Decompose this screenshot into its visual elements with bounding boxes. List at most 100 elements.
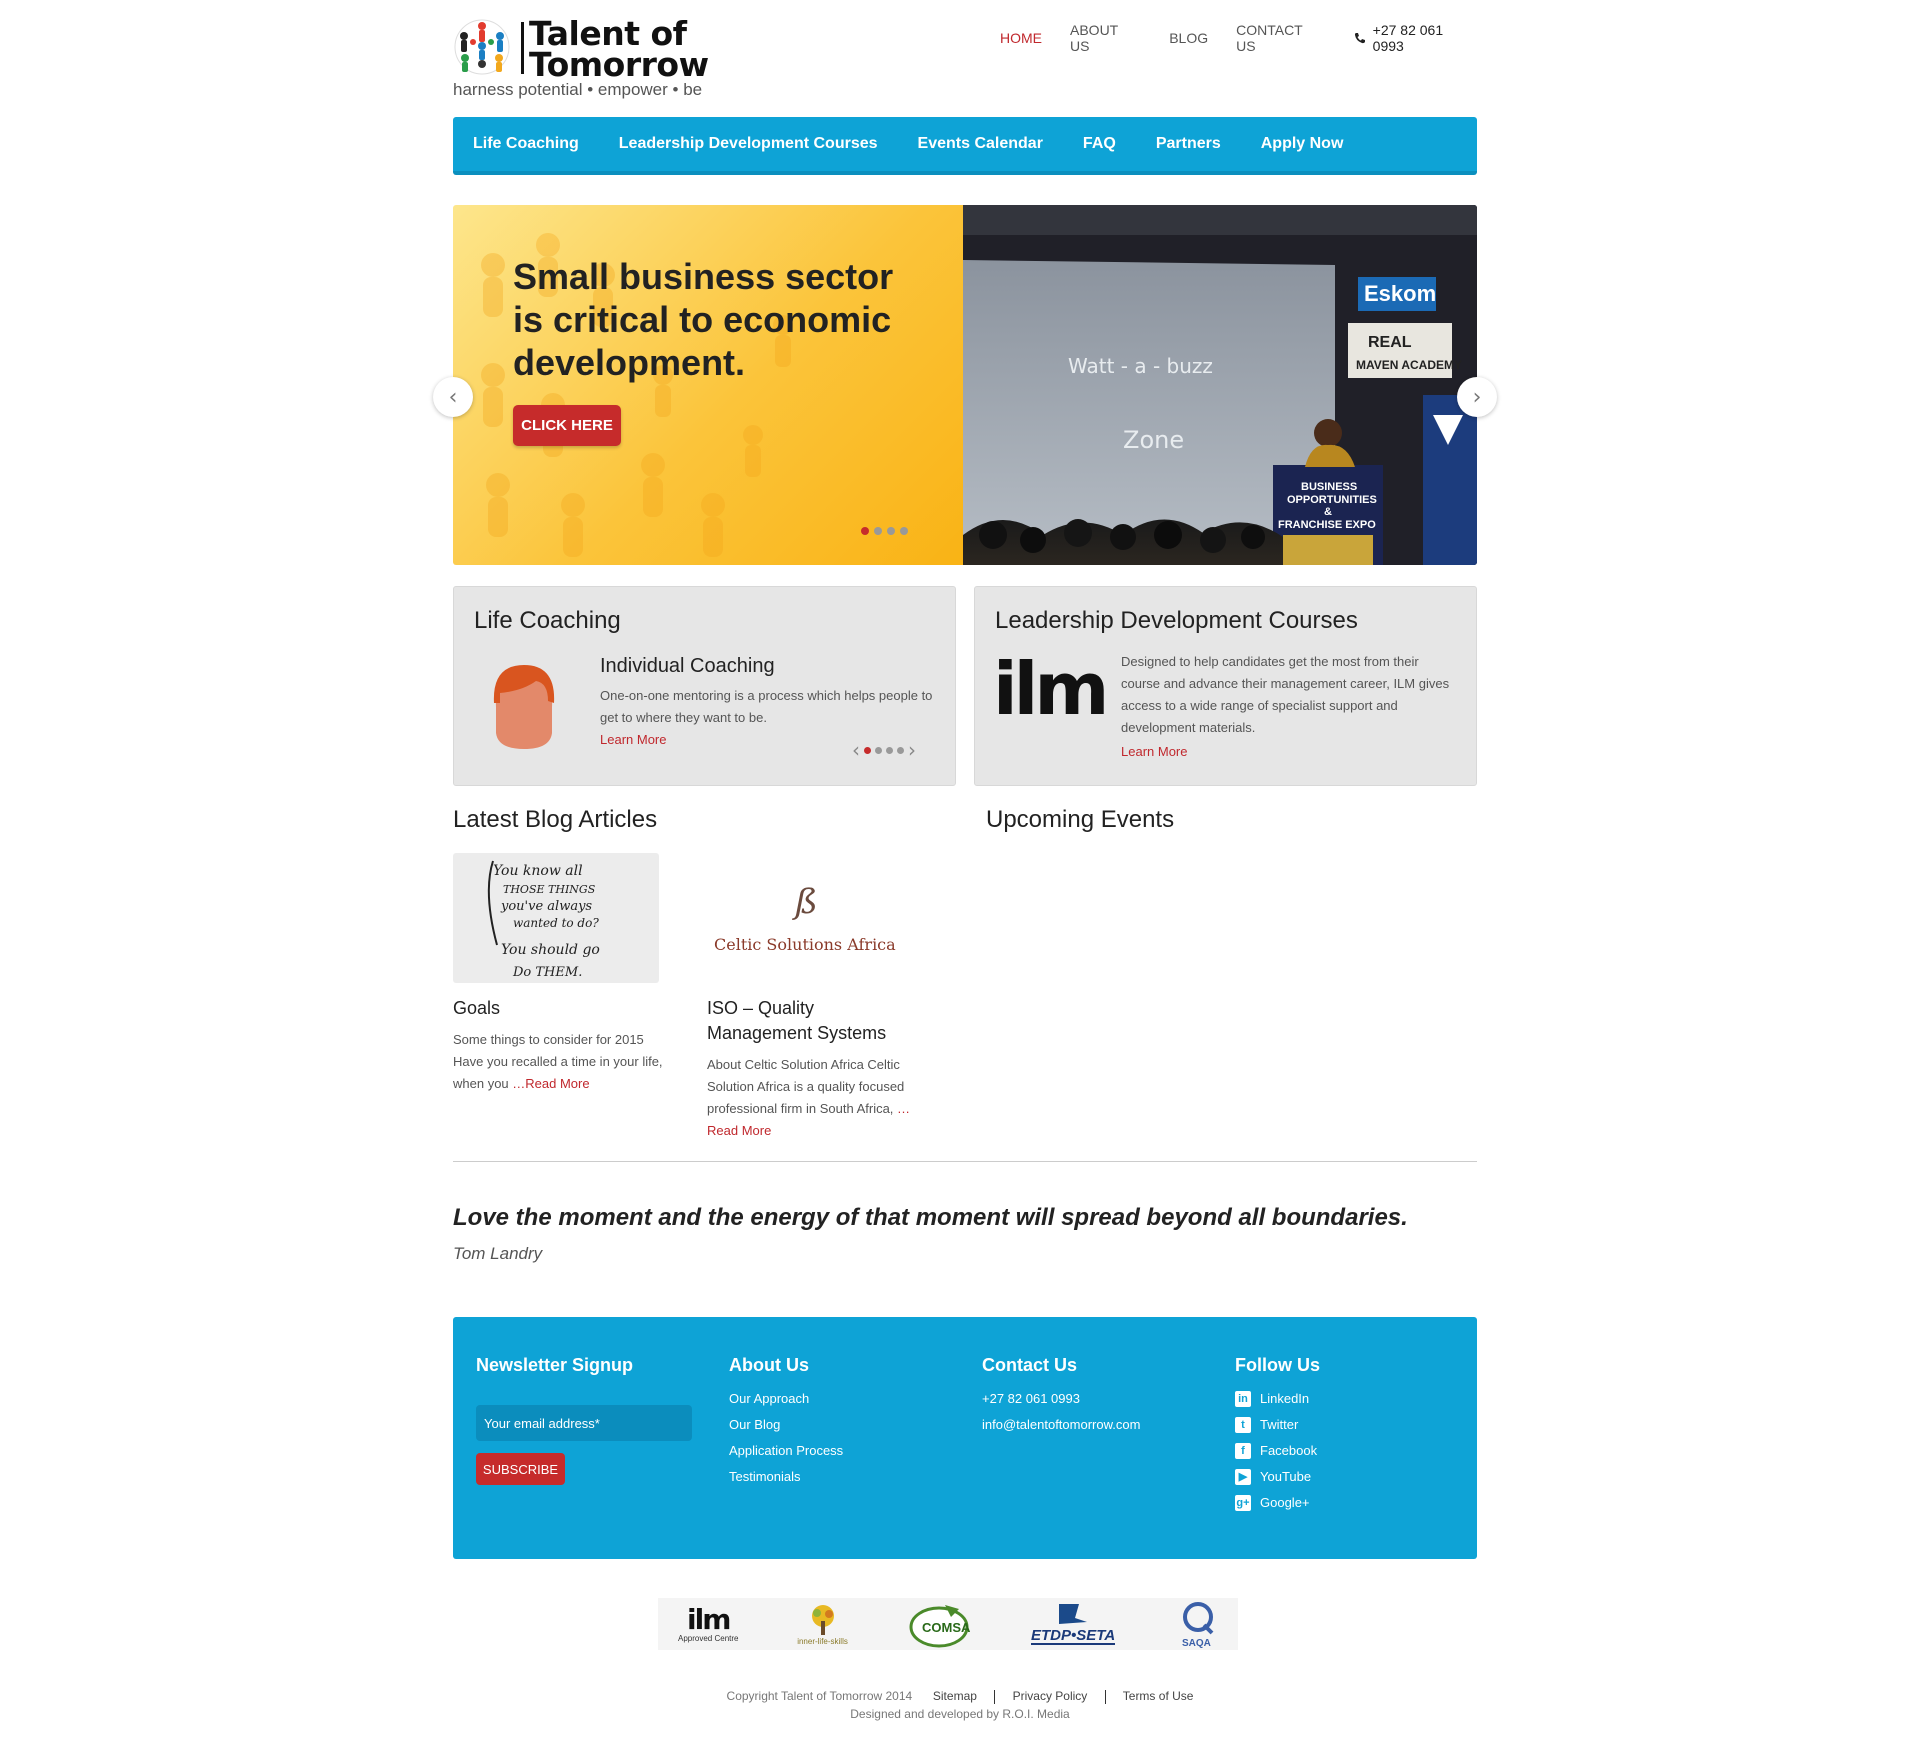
content-divider	[453, 1161, 1477, 1162]
topnav-contact-us[interactable]: CONTACT US	[1236, 22, 1326, 54]
ilm-logo: ilm	[993, 647, 1109, 731]
podium-text-1: BUSINESS	[1301, 481, 1357, 493]
topnav-blog[interactable]: BLOG	[1169, 30, 1208, 46]
podium-text-4: FRANCHISE EXPO	[1278, 519, 1376, 531]
logo-divider	[521, 22, 524, 74]
header-phone[interactable]: +27 82 061 0993	[1354, 22, 1478, 54]
thumb-line-3: you've always	[500, 899, 592, 914]
topnav-home[interactable]: HOME	[1000, 30, 1042, 46]
screen-text-2: Zone	[1123, 426, 1184, 454]
about-title: About Us	[729, 1355, 809, 1375]
life-coaching-panel: Life Coaching Individual Coaching One-on…	[453, 586, 956, 786]
expo-speaker-photo: Watt - a - buzz Zone Eskom REAL MAVEN AC…	[963, 205, 1477, 565]
leadership-learn-more[interactable]: Learn More	[1121, 744, 1187, 759]
screen-text-1: Watt - a - buzz	[1068, 354, 1213, 378]
leadership-description: Designed to help candidates get the most…	[1121, 654, 1450, 735]
blog-title-goals[interactable]: Goals	[453, 996, 663, 1021]
nav-faq[interactable]: FAQ	[1083, 135, 1116, 153]
newsletter-title: Newsletter Signup	[476, 1355, 634, 1375]
footer-link-testimonials[interactable]: Testimonials	[729, 1464, 843, 1490]
footer-link-terms-of-use[interactable]: Terms of Use	[1123, 1689, 1194, 1703]
topnav-about-us[interactable]: ABOUT US	[1070, 22, 1141, 54]
partner-inner-life-skills-logo[interactable]: inner-life-skills	[797, 1603, 848, 1646]
partner-ilm-logo[interactable]: ilm Approved Centre	[678, 1605, 738, 1643]
footer-phone[interactable]: +27 82 061 0993	[982, 1386, 1140, 1412]
upcoming-events-heading: Upcoming Events	[986, 806, 1175, 833]
footer-link-application-process[interactable]: Application Process	[729, 1438, 843, 1464]
blog-title-iso[interactable]: ISO – Quality Management Systems	[707, 996, 917, 1046]
person-avatar-icon	[493, 665, 555, 749]
goals-read-more[interactable]: …Read More	[512, 1076, 589, 1091]
nav-life-coaching[interactable]: Life Coaching	[473, 135, 579, 153]
follow-column: Follow Us in LinkedIn t Twitter f Facebook …	[1235, 1355, 1320, 1516]
slide-dot-1[interactable]	[861, 527, 869, 535]
slider-prev-arrow[interactable]: ‹	[433, 377, 473, 417]
svg-text:SAQA: SAQA	[1182, 1638, 1211, 1649]
social-google-plus[interactable]: g+ Google+	[1235, 1490, 1320, 1516]
coaching-dot-4[interactable]	[897, 746, 904, 754]
site-footer: Newsletter Signup SUBSCRIBE About Us Our…	[453, 1317, 1477, 1559]
click-here-button[interactable]: CLICK HERE	[513, 405, 621, 446]
coaching-dot-3[interactable]	[886, 746, 893, 754]
about-column: About Us Our Approach Our Blog Applicati…	[729, 1355, 843, 1490]
coaching-dot-2[interactable]	[875, 746, 882, 754]
slider-next-arrow[interactable]: ›	[1457, 377, 1497, 417]
credits-text: Designed and developed by R.O.I. Media	[850, 1707, 1070, 1721]
logo-tagline: harness potential • empower • be	[453, 80, 703, 99]
partner-etdp-seta-logo[interactable]: ETDP•SETA	[1029, 1600, 1119, 1648]
podium-text-3: &	[1324, 506, 1332, 518]
facebook-icon: f	[1235, 1443, 1251, 1459]
hero-slider: Small business sector is critical to eco…	[453, 205, 1477, 565]
footer-link-sitemap[interactable]: Sitemap	[933, 1689, 977, 1703]
partner-comsa-logo[interactable]: COMSA	[907, 1599, 971, 1649]
newsletter-email-input[interactable]	[476, 1405, 692, 1441]
youtube-icon: ▶	[1235, 1469, 1251, 1485]
carousel-prev-icon[interactable]: ‹	[852, 740, 860, 760]
contact-column: Contact Us +27 82 061 0993 info@talentof…	[982, 1355, 1140, 1438]
partner-logos: ilm Approved Centre inner-life-skills CO…	[658, 1598, 1238, 1650]
linkedin-icon: in	[1235, 1391, 1251, 1407]
newsletter-column: Newsletter Signup SUBSCRIBE	[476, 1355, 706, 1505]
site-logo[interactable]: Talent of Tomorrow harness potential • e…	[453, 17, 723, 103]
slide-dot-4[interactable]	[900, 527, 908, 535]
individual-coaching-title: Individual Coaching	[600, 655, 775, 677]
slide-headline: Small business sector is critical to eco…	[513, 256, 894, 383]
latest-blog-heading: Latest Blog Articles	[453, 806, 658, 833]
footer-link-our-blog[interactable]: Our Blog	[729, 1412, 843, 1438]
slide-dot-2[interactable]	[874, 527, 882, 535]
social-linkedin[interactable]: in LinkedIn	[1235, 1386, 1320, 1412]
real-sign-text: REAL	[1368, 334, 1412, 351]
social-youtube[interactable]: ▶ YouTube	[1235, 1464, 1320, 1490]
nav-partners[interactable]: Partners	[1156, 135, 1221, 153]
slide-dot-3[interactable]	[887, 527, 895, 535]
social-twitter[interactable]: t Twitter	[1235, 1412, 1320, 1438]
social-facebook[interactable]: f Facebook	[1235, 1438, 1320, 1464]
thumb-line-4: wanted to do?	[513, 916, 599, 930]
celtic-solutions-thumbnail[interactable]: ß Celtic Solutions Africa	[707, 853, 913, 983]
nav-events-calendar[interactable]: Events Calendar	[918, 135, 1043, 153]
life-coaching-learn-more[interactable]: Learn More	[600, 732, 666, 747]
header-phone-number: +27 82 061 0993	[1372, 22, 1444, 54]
separator	[1104, 1689, 1106, 1704]
carousel-next-icon[interactable]: ›	[908, 740, 916, 760]
nav-apply-now[interactable]: Apply Now	[1261, 135, 1344, 153]
svg-text:COMSA: COMSA	[922, 1620, 971, 1635]
footer-email[interactable]: info@talentoftomorrow.com	[982, 1412, 1140, 1438]
phone-icon	[1354, 33, 1365, 44]
subscribe-button[interactable]: SUBSCRIBE	[476, 1453, 565, 1485]
blog-card-goals: You know all THOSE THINGS you've always …	[453, 853, 663, 1095]
footer-link-our-approach[interactable]: Our Approach	[729, 1386, 843, 1412]
maven-sign-text: MAVEN ACADEMY	[1356, 358, 1462, 372]
footer-link-privacy-policy[interactable]: Privacy Policy	[1013, 1689, 1088, 1703]
nav-leadership-development-courses[interactable]: Leadership Development Courses	[619, 135, 878, 153]
leadership-title: Leadership Development Courses	[995, 607, 1358, 634]
partner-saqa-logo[interactable]: SAQA	[1178, 1599, 1218, 1649]
goals-thumbnail[interactable]: You know all THOSE THINGS you've always …	[453, 853, 659, 983]
copyright-text: Copyright Talent of Tomorrow 2014	[726, 1689, 913, 1703]
blog-excerpt-goals: Some things to consider for 2015 Have yo…	[453, 1032, 663, 1091]
coaching-carousel-controls: ‹ ›	[852, 740, 916, 760]
individual-coaching-description: One-on-one mentoring is a process which …	[600, 688, 933, 725]
coaching-dot-1[interactable]	[864, 746, 871, 754]
thumb-line-6: Do THEM.	[512, 965, 582, 980]
eskom-sign-text: Eskom	[1364, 281, 1436, 306]
